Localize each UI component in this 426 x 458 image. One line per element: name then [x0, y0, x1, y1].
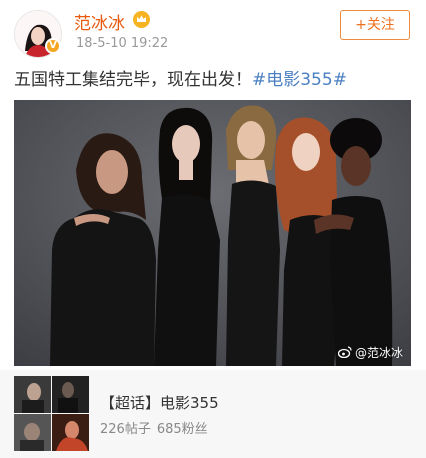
topic-stats: 226帖子 685粉丝: [100, 418, 208, 437]
topic-link[interactable]: #电影355#: [252, 70, 347, 90]
topic-thumbnail: [52, 376, 89, 413]
user-name[interactable]: 范冰冰: [74, 9, 125, 34]
topic-title[interactable]: 【超话】电影355: [100, 392, 219, 413]
crown-icon: [133, 11, 150, 28]
topic-fan-count: 685粉丝: [156, 422, 208, 437]
post-time: 18-5-10 19:22: [76, 36, 169, 51]
topic-thumbnails: [14, 376, 89, 451]
post-text-body: 五国特工集结完毕，现在出发！: [14, 70, 252, 90]
watermark-text: @范冰冰: [354, 346, 403, 360]
post-header: V 范冰冰 18-5-10 19:22 +关注: [0, 0, 426, 60]
topic-thumbnail: [14, 376, 51, 413]
verified-badge-icon: V: [45, 38, 61, 54]
group-photo-illustration: [14, 100, 411, 366]
super-topic-card[interactable]: 【超话】电影355 226帖子 685粉丝: [0, 370, 426, 458]
follow-button[interactable]: +关注: [340, 10, 410, 40]
post-text: 五国特工集结完毕，现在出发！#电影355#: [14, 65, 347, 90]
topic-thumbnail: [14, 414, 51, 451]
post-photo[interactable]: @范冰冰: [14, 100, 411, 366]
topic-post-count: 226帖子: [100, 422, 151, 437]
topic-thumbnail: [52, 414, 89, 451]
weibo-logo-icon: [337, 346, 352, 358]
photo-watermark: @范冰冰: [337, 344, 403, 361]
